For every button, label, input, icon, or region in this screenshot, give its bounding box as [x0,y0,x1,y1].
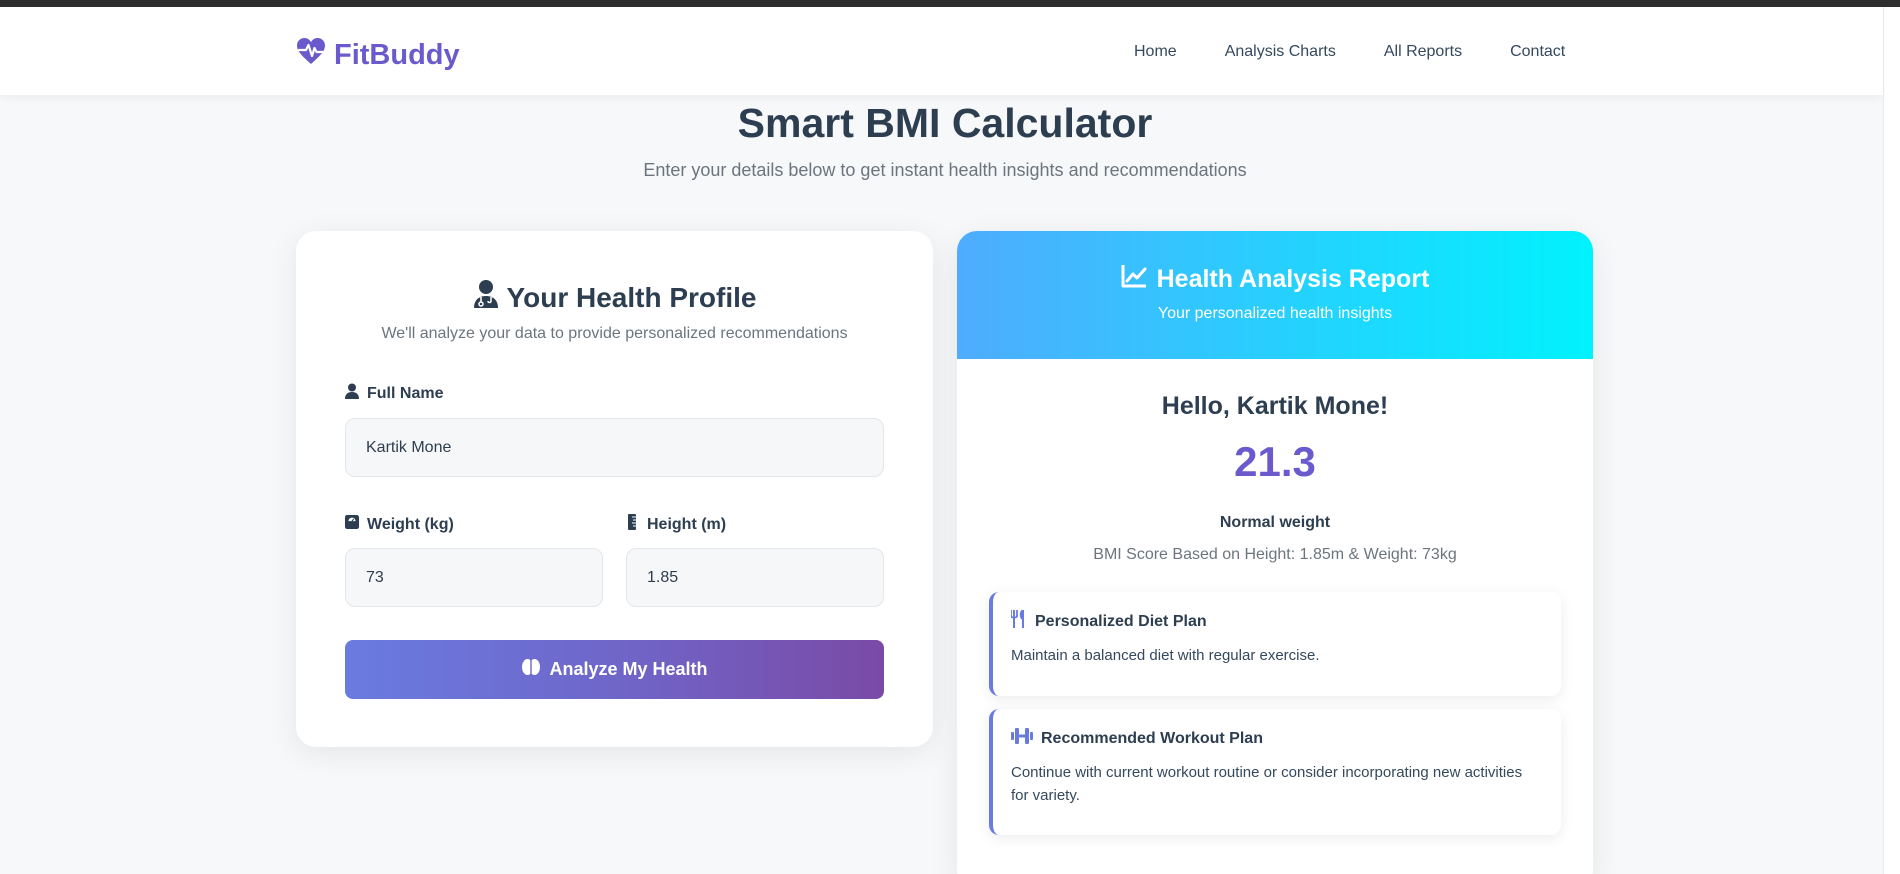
profile-title: Your Health Profile [296,279,933,316]
weight-scale-icon [345,514,359,535]
brand-name: FitBuddy [334,38,460,71]
analyze-button[interactable]: Analyze My Health [345,640,884,699]
height-input[interactable] [626,548,884,607]
utensils-icon [1010,608,1027,633]
ruler-icon [625,514,639,535]
weight-label: Weight (kg) [345,514,454,535]
brand-logo[interactable]: FitBuddy [296,37,460,73]
full-name-label: Full Name [345,383,443,404]
weight-input[interactable] [345,548,603,607]
workout-plan-title-text: Recommended Workout Plan [1041,729,1263,747]
heart-pulse-icon [296,37,326,73]
report-title: Health Analysis Report [957,264,1593,295]
nav-contact[interactable]: Contact [1510,43,1565,61]
diet-plan-card: Personalized Diet Plan Maintain a balanc… [989,592,1561,696]
workout-plan-text: Continue with current workout routine or… [1011,764,1523,804]
nav-all-reports[interactable]: All Reports [1384,43,1462,61]
diet-plan-text: Maintain a balanced diet with regular ex… [1011,647,1320,664]
profile-subtitle: We'll analyze your data to provide perso… [381,325,848,342]
full-name-label-text: Full Name [367,384,444,402]
report-title-text: Health Analysis Report [1156,265,1430,293]
dumbbell-icon [1011,727,1033,750]
page-scrollbar[interactable] [1883,7,1900,874]
height-label: Height (m) [625,514,726,535]
bmi-basis: BMI Score Based on Height: 1.85m & Weigh… [1093,546,1457,563]
health-profile-card: Your Health Profile We'll analyze your d… [296,231,933,747]
window-top-strip [0,0,1900,7]
report-subtitle: Your personalized health insights [1157,305,1393,322]
greeting: Hello, Kartik Mone! [1161,392,1389,420]
page-title: Smart BMI Calculator [737,100,1153,146]
line-chart-icon [1121,264,1147,295]
navbar: FitBuddy Home Analysis Charts All Report… [0,7,1883,95]
bmi-score: 21.3 [1234,438,1316,485]
nav-analysis-charts[interactable]: Analysis Charts [1225,43,1336,61]
diet-plan-title: Personalized Diet Plan [1010,608,1207,633]
workout-plan-title: Recommended Workout Plan [1011,727,1263,750]
report-header: Health Analysis Report Your personalized… [957,231,1593,359]
analyze-button-label: Analyze My Health [549,659,708,679]
profile-title-text: Your Health Profile [506,281,757,313]
user-doctor-icon [473,279,499,316]
main-nav: Home Analysis Charts All Reports Contact [1134,43,1565,61]
weight-label-text: Weight (kg) [367,515,454,533]
full-name-input[interactable] [345,418,884,477]
diet-plan-title-text: Personalized Diet Plan [1035,612,1207,630]
brain-icon [521,657,541,682]
nav-home[interactable]: Home [1134,43,1177,61]
workout-plan-card: Recommended Workout Plan Continue with c… [989,709,1561,835]
user-icon [345,383,359,404]
health-report-card: Health Analysis Report Your personalized… [957,231,1593,874]
bmi-category: Normal weight [1219,514,1331,531]
page-subtitle: Enter your details below to get instant … [643,160,1247,180]
height-label-text: Height (m) [647,515,727,533]
